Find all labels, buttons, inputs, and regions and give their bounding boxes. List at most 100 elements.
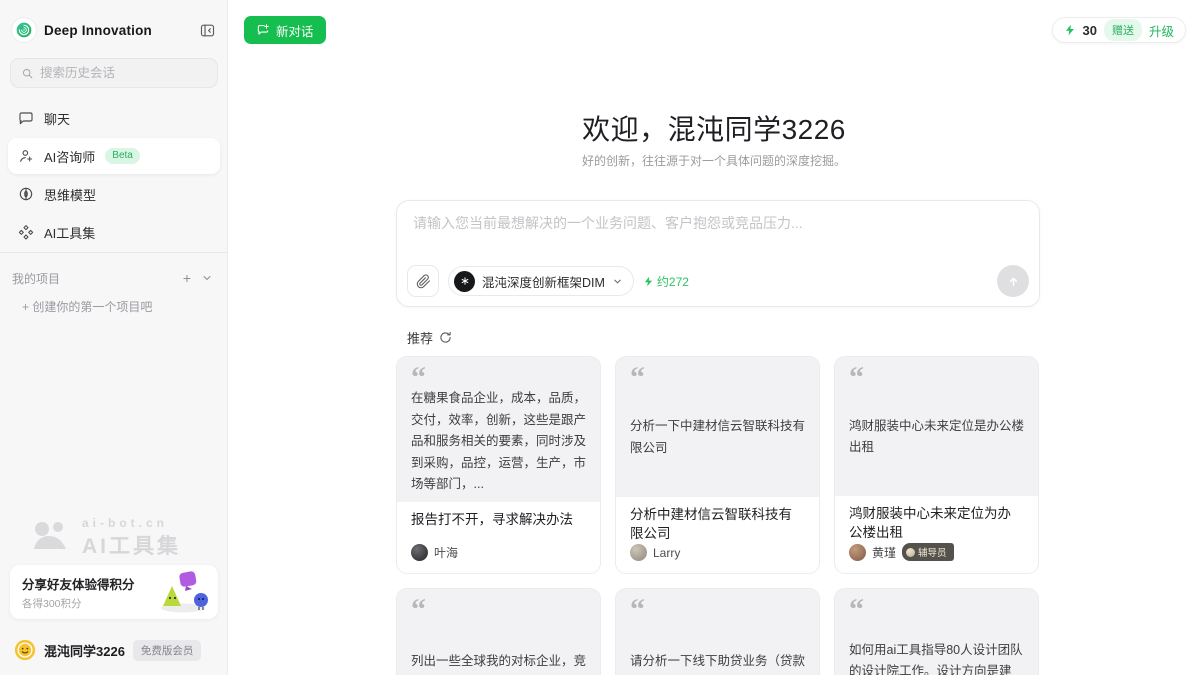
attach-button[interactable] — [407, 265, 439, 297]
card-quote-area: 在糖果食品企业，成本，品质，交付，效率，创新，这些是跟产品和服务相关的要素，同时… — [397, 357, 600, 502]
new-chat-button[interactable]: 新对话 — [244, 16, 326, 44]
paperclip-icon — [416, 274, 431, 289]
share-title: 分享好友体验得积分 — [22, 574, 150, 593]
card-author: 黄瑾 辅导员 — [849, 543, 1024, 563]
recommend-header: 推荐 — [407, 328, 452, 347]
model-name: 混沌深度创新框架DIM — [482, 272, 605, 291]
credits-count: 30 — [1083, 23, 1097, 38]
watermark-line1: ai-bot.cn — [82, 516, 181, 530]
main-area: 新对话 30 赠送 升级 欢迎，混沌同学3226 好的创新，往往源于对一个具体问… — [228, 0, 1200, 675]
sidebar-item-chat[interactable]: 聊天 — [8, 100, 220, 136]
send-button[interactable] — [997, 265, 1029, 297]
welcome-title: 欢迎，混沌同学3226 — [228, 108, 1200, 148]
quote-icon — [630, 600, 805, 620]
add-project-icon[interactable]: + — [177, 268, 197, 288]
card-body: 报告打不开，寻求解决办法 叶海 — [397, 502, 600, 573]
share-illustration — [150, 566, 212, 619]
new-chat-icon — [256, 23, 270, 37]
card-title: 报告打不开，寻求解决办法 — [411, 511, 586, 530]
recommend-card-3[interactable]: 鸿财服装中心未来定位是办公楼出租 鸿财服装中心未来定位为办公楼出租 黄瑾 辅导员 — [834, 356, 1039, 574]
quote-icon — [411, 600, 586, 620]
author-avatar — [630, 544, 647, 561]
quote-icon — [849, 600, 1024, 620]
model-selector[interactable]: 混沌深度创新框架DIM — [448, 266, 634, 296]
card-author: Larry — [630, 544, 805, 563]
sidebar-item-label: 思维模型 — [44, 185, 96, 204]
recommend-card-4[interactable]: 列出一些全球我的对标企业，竞品，友商等并分析... — [396, 588, 601, 675]
brand-header: Deep Innovation — [12, 16, 217, 44]
bolt-icon — [1064, 23, 1076, 37]
card-quote-area: 请分析一下线下助贷业务（贷款中介）的方向 — [616, 589, 819, 675]
history-search[interactable] — [10, 58, 218, 88]
sidebar-item-label: AI咨询师 — [44, 147, 95, 166]
token-estimate: 约272 — [643, 273, 689, 290]
author-name: 黄瑾 — [872, 544, 896, 561]
sidebar-item-thinking-models[interactable]: 思维模型 — [8, 176, 220, 212]
create-first-project-link[interactable]: + 创建你的第一个项目吧 — [22, 298, 152, 315]
card-quote-text: 在糖果食品企业，成本，品质，交付，效率，创新，这些是跟产品和服务相关的要素，同时… — [411, 388, 586, 492]
brand-logo-icon — [12, 18, 36, 42]
author-avatar — [849, 544, 866, 561]
credits-pill[interactable]: 30 赠送 升级 — [1052, 17, 1186, 43]
sidebar-item-ai-toolset[interactable]: AI工具集 — [8, 214, 220, 250]
chat-icon — [18, 110, 34, 126]
card-body: 鸿财服装中心未来定位为办公楼出租 黄瑾 辅导员 — [835, 496, 1038, 573]
author-role-badge: 辅导员 — [902, 543, 954, 561]
quote-icon — [849, 368, 1024, 388]
recommend-card-2[interactable]: 分析一下中建材信云智联科技有限公司 分析中建材信云智联科技有限公司 Larry — [615, 356, 820, 574]
share-subtitle: 各得300积分 — [22, 596, 150, 611]
card-quote-text: 请分析一下线下助贷业务（贷款中介）的方向 — [630, 651, 805, 675]
watermark-logo-icon — [28, 515, 72, 560]
app-root: Deep Innovation — [0, 0, 1200, 675]
new-chat-label: 新对话 — [276, 21, 314, 40]
search-input[interactable] — [40, 66, 207, 80]
author-name: Larry — [653, 546, 680, 560]
card-quote-area: 如何用ai工具指导80人设计团队的设计院工作。设计方向是建筑，市政，... — [835, 589, 1038, 675]
card-author: 叶海 — [411, 544, 586, 563]
arrow-up-icon — [1006, 274, 1021, 289]
chevron-down-icon[interactable] — [197, 268, 217, 288]
sidebar-collapse-icon[interactable] — [197, 20, 217, 40]
token-estimate-value: 约272 — [657, 273, 689, 290]
bolt-icon — [643, 275, 654, 288]
quote-icon — [411, 368, 586, 388]
projects-header: 我的项目 + — [12, 268, 217, 288]
watermark-line2: AI工具集 — [82, 530, 181, 560]
card-quote-text: 列出一些全球我的对标企业，竞品，友商等并分析... — [411, 651, 586, 675]
user-name: 混沌同学3226 — [44, 641, 125, 660]
consultant-icon — [18, 148, 34, 164]
quote-icon — [630, 368, 805, 388]
user-account[interactable]: 混沌同学3226 免费版会员 — [14, 638, 217, 662]
sidebar-menu: 聊天 AI咨询师 Beta — [8, 100, 220, 252]
refresh-icon[interactable] — [439, 331, 452, 344]
share-invite-card[interactable]: 分享好友体验得积分 各得300积分 — [10, 565, 218, 619]
author-avatar — [411, 544, 428, 561]
composer: 混沌深度创新框架DIM 约272 — [396, 200, 1040, 307]
recommend-card-6[interactable]: 如何用ai工具指导80人设计团队的设计院工作。设计方向是建筑，市政，... — [834, 588, 1039, 675]
card-quote-text: 分析一下中建材信云智联科技有限公司 — [630, 416, 805, 459]
card-quote-area: 分析一下中建材信云智联科技有限公司 — [616, 357, 819, 497]
author-name: 叶海 — [434, 544, 458, 561]
search-icon — [21, 67, 34, 80]
card-quote-area: 列出一些全球我的对标企业，竞品，友商等并分析... — [397, 589, 600, 675]
card-quote-text: 如何用ai工具指导80人设计团队的设计院工作。设计方向是建筑，市政，... — [849, 640, 1024, 675]
watermark: ai-bot.cn AI工具集 — [28, 515, 181, 560]
membership-badge: 免费版会员 — [133, 640, 202, 661]
chevron-down-icon — [612, 276, 623, 287]
recommend-label: 推荐 — [407, 328, 433, 347]
projects-title: 我的项目 — [12, 270, 60, 287]
welcome-subtitle: 好的创新，往往源于对一个具体问题的深度挖掘。 — [228, 152, 1200, 169]
card-body: 分析中建材信云智联科技有限公司 Larry — [616, 497, 819, 573]
brand-name: Deep Innovation — [44, 23, 189, 38]
upgrade-link[interactable]: 升级 — [1149, 21, 1174, 40]
sidebar-divider — [0, 252, 227, 253]
prompt-input[interactable] — [413, 213, 1023, 259]
sidebar-item-ai-consultant[interactable]: AI咨询师 Beta — [8, 138, 220, 174]
recommend-card-5[interactable]: 请分析一下线下助贷业务（贷款中介）的方向 — [615, 588, 820, 675]
beta-badge: Beta — [105, 148, 140, 164]
recommend-cards: 在糖果食品企业，成本，品质，交付，效率，创新，这些是跟产品和服务相关的要素，同时… — [396, 356, 1040, 675]
card-title: 鸿财服装中心未来定位为办公楼出租 — [849, 505, 1024, 543]
thinking-model-icon — [18, 186, 34, 202]
sidebar-item-label: AI工具集 — [44, 223, 95, 242]
recommend-card-1[interactable]: 在糖果食品企业，成本，品质，交付，效率，创新，这些是跟产品和服务相关的要素，同时… — [396, 356, 601, 574]
